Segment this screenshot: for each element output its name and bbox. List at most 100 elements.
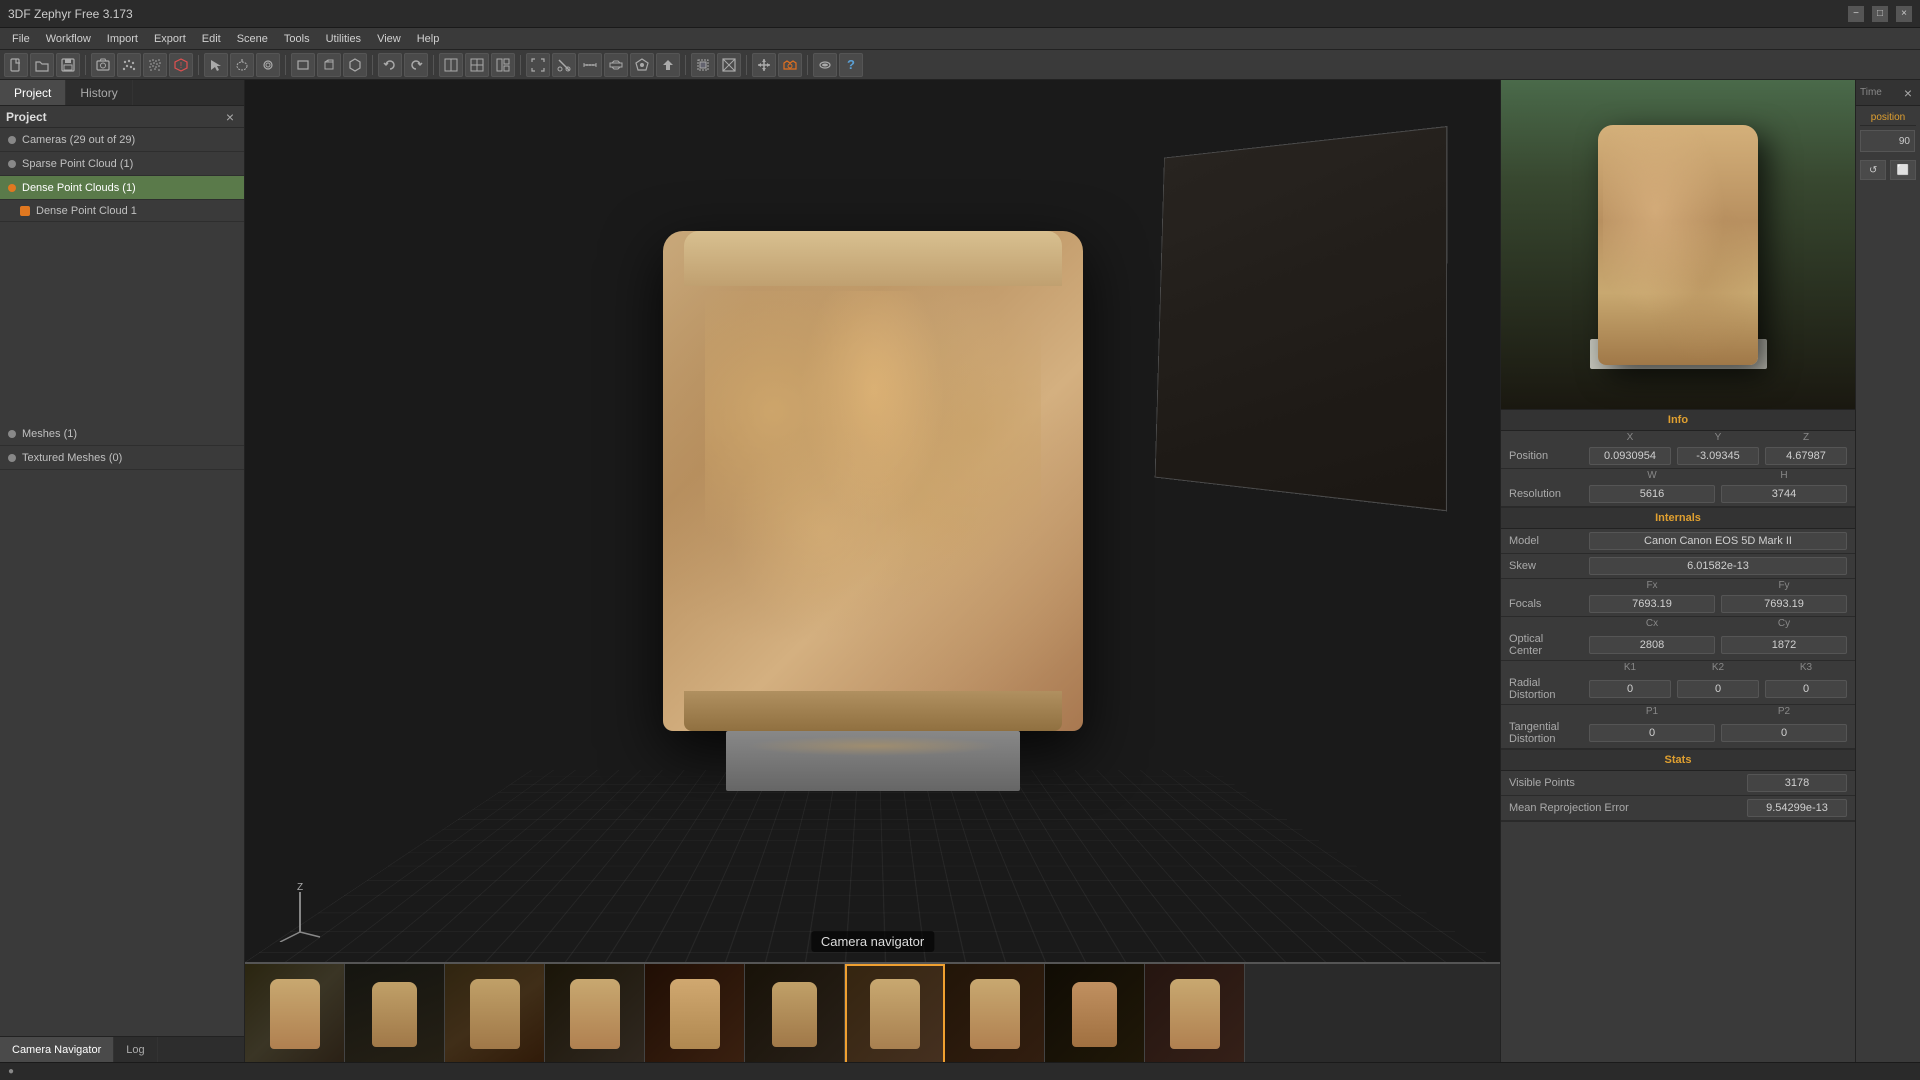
p1-header: P1 — [1589, 706, 1715, 717]
toolbar-sparse-btn[interactable] — [117, 53, 141, 77]
menu-view[interactable]: View — [369, 31, 409, 47]
sculpture-scatter — [747, 736, 999, 756]
close-button[interactable]: × — [1896, 6, 1912, 22]
viewport-area: Z Camera navigator — [245, 80, 1500, 1062]
camera-thumb-3[interactable] — [445, 964, 545, 1062]
toolbar-box-btn[interactable] — [317, 53, 341, 77]
maximize-button[interactable]: □ — [1872, 6, 1888, 22]
sparse-label: Sparse Point Cloud (1) — [22, 158, 133, 170]
menu-import[interactable]: Import — [99, 31, 146, 47]
k1-header: K1 — [1589, 662, 1671, 673]
tree-meshes[interactable]: Meshes (1) — [0, 422, 244, 446]
info-resolution-row: Resolution 5616 3744 — [1501, 482, 1855, 507]
toolbar-undo-btn[interactable] — [378, 53, 402, 77]
tab-history[interactable]: History — [66, 80, 132, 105]
tree-sparse-cloud[interactable]: Sparse Point Cloud (1) — [0, 152, 244, 176]
toolbar-redo-btn[interactable] — [404, 53, 428, 77]
tree-dense-clouds[interactable]: Dense Point Clouds (1) — [0, 176, 244, 200]
far-square-btn[interactable]: ⬜ — [1890, 160, 1916, 180]
camera-thumb-4[interactable] — [545, 964, 645, 1062]
visible-points-row: Visible Points 3178 — [1501, 771, 1855, 796]
resolution-label: Resolution — [1509, 488, 1589, 500]
toolbar-view2-btn[interactable] — [465, 53, 489, 77]
menu-help[interactable]: Help — [409, 31, 448, 47]
far-right-value-input[interactable] — [1860, 130, 1915, 152]
menu-tools[interactable]: Tools — [276, 31, 318, 47]
far-right-header: Time × — [1856, 80, 1920, 106]
info-coord-headers: X Y Z — [1501, 431, 1855, 444]
toolbar-fit-btn[interactable] — [526, 53, 550, 77]
mean-reprojection-row: Mean Reprojection Error 9.54299e-13 — [1501, 796, 1855, 821]
menu-file[interactable]: File — [4, 31, 38, 47]
toolbar-filter-btn[interactable] — [656, 53, 680, 77]
menu-export[interactable]: Export — [146, 31, 194, 47]
thumb-sculpture-8 — [970, 979, 1020, 1049]
toolbar-rect-btn[interactable] — [291, 53, 315, 77]
tree-textured-meshes[interactable]: Textured Meshes (0) — [0, 446, 244, 470]
toolbar-lasso-btn[interactable] — [230, 53, 254, 77]
toolbar-select-btn[interactable] — [204, 53, 228, 77]
minimize-button[interactable]: − — [1848, 6, 1864, 22]
far-rotate-btn[interactable]: ↺ — [1860, 160, 1886, 180]
toolbar-mask-btn[interactable] — [813, 53, 837, 77]
resolution-values: 5616 3744 — [1589, 485, 1847, 503]
viewport-3d[interactable]: Z Camera navigator — [245, 80, 1500, 962]
toolbar-view3-btn[interactable] — [491, 53, 515, 77]
toolbar-scale-btn[interactable] — [604, 53, 628, 77]
left-tabs: Project History — [0, 80, 244, 106]
menu-edit[interactable]: Edit — [194, 31, 229, 47]
info-radial-row: Radial Distortion 0 0 0 — [1501, 674, 1855, 705]
far-right-close-btn[interactable]: × — [1900, 86, 1916, 100]
toolbar-help-btn[interactable]: ? — [839, 53, 863, 77]
toolbar-dense-btn[interactable] — [143, 53, 167, 77]
toolbar-ortho-btn[interactable] — [717, 53, 741, 77]
camera-thumb-10[interactable] — [1145, 964, 1245, 1062]
radial-headers: K1 K2 K3 — [1501, 661, 1855, 674]
tree-dense-cloud-1[interactable]: Dense Point Cloud 1 — [0, 200, 244, 222]
project-close-btn[interactable]: × — [222, 110, 238, 124]
focals-label: Focals — [1509, 598, 1589, 610]
toolbar-sep-4 — [372, 55, 373, 75]
toolbar-camera-icon-btn[interactable] — [778, 53, 802, 77]
camera-thumb-5[interactable] — [645, 964, 745, 1062]
toolbar-cameras-btn[interactable] — [91, 53, 115, 77]
left-panel: Project History Project × Cameras (29 ou… — [0, 80, 245, 1062]
menu-utilities[interactable]: Utilities — [318, 31, 369, 47]
camera-thumb-8[interactable] — [945, 964, 1045, 1062]
toolbar-move-btn[interactable] — [752, 53, 776, 77]
toolbar-clipping-btn[interactable] — [691, 53, 715, 77]
toolbar-hexagon-btn[interactable] — [343, 53, 367, 77]
resolution-headers: W H — [1501, 469, 1855, 482]
tab-camera-navigator[interactable]: Camera Navigator — [0, 1037, 114, 1062]
camera-thumb-7[interactable] — [845, 964, 945, 1062]
x-coord-header: X — [1589, 432, 1671, 443]
z-coord-header: Z — [1765, 432, 1847, 443]
toolbar-stop-btn[interactable]: ! — [169, 53, 193, 77]
tab-project[interactable]: Project — [0, 80, 66, 105]
tree-cameras[interactable]: Cameras (29 out of 29) — [0, 128, 244, 152]
stats-header: Stats — [1501, 750, 1855, 771]
toolbar-gcp-btn[interactable] — [630, 53, 654, 77]
toolbar-save-btn[interactable] — [56, 53, 80, 77]
camera-thumb-1[interactable] — [245, 964, 345, 1062]
thumb-sculpture-9 — [1072, 982, 1117, 1047]
toolbar-cut-btn[interactable] — [552, 53, 576, 77]
toolbar-open-btn[interactable] — [30, 53, 54, 77]
camera-thumb-9[interactable] — [1045, 964, 1145, 1062]
camera-thumb-2[interactable] — [345, 964, 445, 1062]
toolbar-measure-btn[interactable] — [578, 53, 602, 77]
toolbar-paint-btn[interactable] — [256, 53, 280, 77]
dense-cloud-1-dot — [20, 206, 30, 216]
toolbar-new-btn[interactable] — [4, 53, 28, 77]
far-right-buttons: ↺ ⬜ — [1860, 158, 1916, 182]
far-right-content: position ↺ ⬜ — [1856, 106, 1920, 1062]
h-header: H — [1721, 470, 1847, 481]
toolbar-view1-btn[interactable] — [439, 53, 463, 77]
far-right-time-label: Time — [1860, 87, 1882, 98]
tab-log[interactable]: Log — [114, 1037, 157, 1062]
menu-workflow[interactable]: Workflow — [38, 31, 99, 47]
resolution-h-value: 3744 — [1721, 485, 1847, 503]
menu-scene[interactable]: Scene — [229, 31, 276, 47]
camera-thumb-6[interactable] — [745, 964, 845, 1062]
k3-value: 0 — [1765, 680, 1847, 698]
